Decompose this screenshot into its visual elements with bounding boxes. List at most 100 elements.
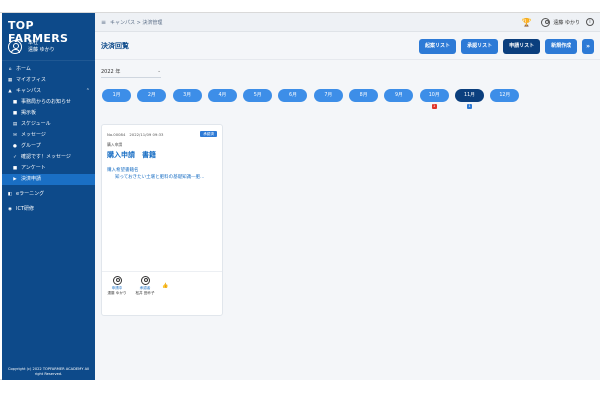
page-title: 決済回覧 [101, 42, 129, 50]
breadcrumb-text[interactable]: キャンパス > 決済管理 [110, 19, 162, 26]
chevron-down-icon: ⌄ [157, 69, 161, 74]
card-kind[interactable]: 購入申請 書籍 [107, 150, 156, 160]
sidebar-item-label: ICT研修 [16, 206, 35, 212]
sidebar-item-label: 確認です！メッセージ [21, 154, 71, 160]
approval-card[interactable]: No.00084 2022/11/09 09:33 承認済 購入申請 購入申請 … [101, 124, 223, 316]
sidebar-item-home[interactable]: ⌂ ホーム [2, 64, 95, 75]
month-label: 8月 [359, 93, 368, 98]
new-button[interactable]: 新規作成 [545, 39, 578, 54]
month-label: 6月 [289, 93, 297, 98]
month-tab-3[interactable]: 3月 [172, 89, 202, 102]
month-tab-11[interactable]: 11月 1 [454, 89, 484, 109]
brand-logo[interactable]: TOP FARMERS [2, 13, 95, 45]
approver-approver: 承認者 松井 田紗子 [134, 276, 156, 296]
person-icon [140, 276, 150, 285]
user-avatar-icon [8, 40, 22, 54]
sidebar-item-label: グループ [21, 143, 41, 149]
card-number: No.00084 [107, 131, 126, 137]
book-title: 知っておきたい土壌と肥料の基礎知識―肥... [115, 175, 205, 180]
month-badge: 1 [431, 104, 437, 109]
sidebar-item-label: キャンパス [16, 88, 42, 94]
sidebar-item-notices[interactable]: ■ 事務局からのお知らせ [2, 97, 95, 108]
ict-icon: ◉ [8, 207, 12, 212]
year-value: 2022 年 [101, 69, 121, 75]
sidebar-item-survey[interactable]: ■ アンケート [2, 163, 95, 174]
month-tab-10[interactable]: 10月 1 [419, 89, 449, 109]
group-icon: ● [13, 144, 17, 149]
top-bar: ≡ キャンパス > 決済管理 🏆 遠藤 ゆかり i [95, 13, 600, 32]
approval-list-button[interactable]: 承認リスト [461, 39, 499, 54]
month-tab-9[interactable]: 9月 [384, 89, 414, 102]
sidebar-item-label: 掲示板 [21, 110, 37, 116]
application-list-button[interactable]: 申請リスト [503, 39, 541, 54]
month-tab-6[interactable]: 6月 [278, 89, 308, 102]
sidebar-item-confirm-messages[interactable]: ✓ 確認です！メッセージ [2, 152, 95, 163]
year-select[interactable]: 2022 年 ⌄ [101, 66, 161, 78]
sidebar-item-board[interactable]: ■ 掲示板 [2, 108, 95, 119]
sidebar-item-myoffice[interactable]: ▦ マイオフィス [2, 75, 95, 86]
book-label: 購入希望書籍名 [107, 168, 139, 173]
sidebar-nav: ⌂ ホーム ▦ マイオフィス ▲ キャンパス ⌃ ■ 事務局からのお知らせ ■ 掲示板 ▤ ス… [2, 64, 95, 215]
info-icon[interactable]: i [586, 18, 594, 26]
sidebar-item-label: eラーニング [16, 191, 45, 197]
person-icon [112, 276, 122, 285]
trophy-icon[interactable]: 🏆 [521, 18, 531, 27]
approver-applicant: 申請中 遠藤 ゆかり [106, 276, 128, 296]
month-tab-5[interactable]: 5月 [243, 89, 273, 102]
month-tab-2[interactable]: 2月 [137, 89, 167, 102]
survey-icon: ■ [12, 166, 18, 171]
month-badge: 1 [466, 104, 472, 109]
menu-icon[interactable]: ≡ [101, 19, 106, 26]
sidebar-item-label: 決済申請 [21, 176, 42, 182]
sidebar-item-ict-training[interactable]: ◉ ICT研修 [2, 204, 95, 215]
breadcrumb: ≡ キャンパス > 決済管理 [101, 19, 162, 26]
approver-name: 松井 田紗子 [135, 291, 155, 295]
calendar-icon: ▤ [12, 122, 18, 127]
top-user-name[interactable]: 遠藤 ゆかり [553, 19, 580, 26]
month-tab-12[interactable]: 12月 [490, 89, 520, 102]
approval-icon: ▶ [13, 177, 17, 182]
month-tab-4[interactable]: 4月 [207, 89, 237, 102]
chevron-up-icon: ⌃ [85, 88, 90, 94]
main-content: 2022 年 ⌄ 1月 2月 3月 4月 5月 6月 7月 8月 9月 10月 1… [95, 60, 600, 380]
month-label: 1月 [112, 93, 121, 98]
sidebar-item-label: 事務局からのお知らせ [21, 99, 71, 105]
month-tabs: 1月 2月 3月 4月 5月 6月 7月 8月 9月 10月 1 11月 1 12月 [102, 89, 526, 109]
confirm-icon: ✓ [13, 155, 17, 160]
sidebar-item-approvals[interactable]: ▶ 決済申請 [2, 174, 95, 185]
thumbs-up-icon: 👍 [162, 283, 169, 289]
sidebar-item-schedule[interactable]: ▤ スケジュール [2, 119, 95, 130]
user-avatar-icon[interactable] [541, 17, 551, 27]
month-tab-8[interactable]: 8月 [349, 89, 379, 102]
more-button[interactable]: » [582, 39, 594, 54]
card-divider [102, 271, 222, 272]
notice-icon: ■ [12, 100, 18, 105]
user-office: 本社 [28, 40, 39, 46]
page-header: 決済回覧 起案リスト 承認リスト 申請リスト 新規作成 » [95, 32, 600, 60]
copyright-text: Copyright (c) 2022 TOPFARMER ACADEMY All… [7, 367, 90, 376]
month-label: 11月 [464, 93, 475, 98]
sidebar-item-label: アンケート [21, 165, 46, 171]
month-label: 7月 [324, 93, 333, 98]
draft-list-button[interactable]: 起案リスト [419, 39, 457, 54]
sidebar-item-elearning[interactable]: ◧ eラーニング [2, 189, 95, 200]
sidebar-item-groups[interactable]: ● グループ [2, 141, 95, 152]
sidebar-item-campus[interactable]: ▲ キャンパス ⌃ [2, 86, 95, 97]
home-icon: ⌂ [8, 67, 12, 72]
month-label: 10月 [428, 93, 440, 98]
month-label: 12月 [499, 93, 511, 98]
month-tab-1[interactable]: 1月 [102, 89, 131, 102]
sidebar-item-messages[interactable]: ✉ メッセージ [2, 130, 95, 141]
month-label: 3月 [183, 93, 192, 98]
board-icon: ■ [12, 111, 18, 116]
sidebar-item-label: マイオフィス [16, 77, 46, 83]
elearning-icon: ◧ [7, 192, 13, 197]
month-tab-7[interactable]: 7月 [313, 89, 343, 102]
month-label: 9月 [394, 93, 403, 98]
sidebar-item-label: スケジュール [21, 121, 51, 127]
month-label: 5月 [253, 93, 262, 98]
office-icon: ▦ [7, 78, 13, 83]
user-name: 遠藤 ゆかり [28, 47, 55, 53]
sidebar-item-label: ホーム [16, 66, 31, 72]
campus-icon: ▲ [8, 89, 12, 94]
